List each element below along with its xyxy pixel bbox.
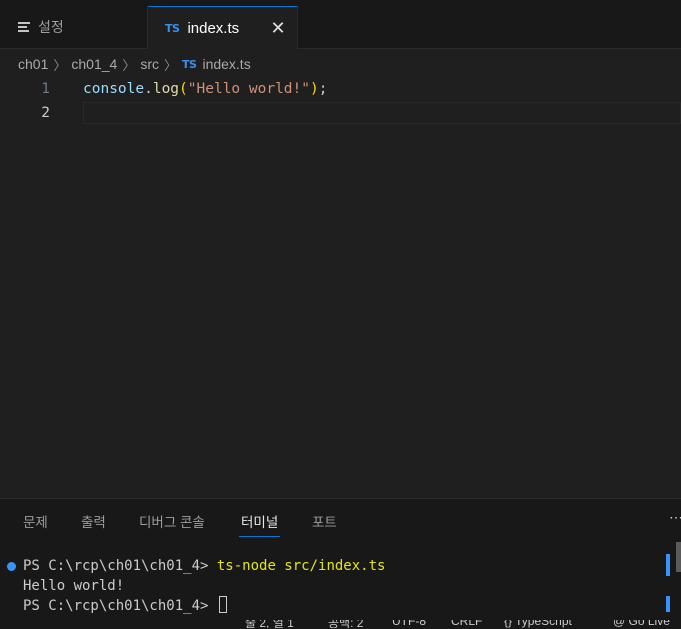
breadcrumb: ch01 〉 ch01_4 〉 src 〉 TS index.ts: [18, 54, 251, 74]
scroll-marker: [666, 596, 670, 612]
tab-settings[interactable]: 설정: [0, 6, 148, 48]
status-go-live[interactable]: @ Go Live: [613, 620, 670, 628]
tab-ports[interactable]: 포트: [312, 511, 337, 531]
status-bar: 줄 2, 열 1 공백: 2 UTF-8 CRLF {} TypeScript …: [0, 620, 681, 628]
terminal-output: Hello world!: [23, 578, 125, 594]
chevron-right-icon: 〉: [53, 57, 67, 73]
terminal-prompt: PS C:\rcp\ch01\ch01_4>: [23, 558, 217, 574]
terminal-cursor: [218, 596, 227, 613]
panel-tabs: 문제 출력 디버그 콘솔 터미널 포트 ⋯: [0, 499, 681, 539]
breadcrumb-item-ch01[interactable]: ch01: [18, 56, 48, 72]
token-dot: .: [144, 81, 153, 97]
terminal-line: PS C:\rcp\ch01\ch01_4> ts-node src/index…: [23, 556, 385, 576]
tab-terminal[interactable]: 터미널: [238, 511, 281, 537]
current-line-highlight: [83, 102, 681, 124]
scrollbar[interactable]: [676, 542, 681, 572]
code-text[interactable]: console.log("Hello world!");: [83, 78, 327, 100]
tab-settings-label: 설정: [38, 19, 64, 35]
chevron-right-icon: 〉: [122, 57, 136, 73]
tab-debug-console[interactable]: 디버그 콘솔: [139, 511, 205, 531]
scroll-marker: [666, 554, 670, 576]
code-line[interactable]: 1 console.log("Hello world!");: [0, 78, 681, 100]
more-icon[interactable]: ⋯: [669, 509, 681, 526]
token-paren-open: (: [179, 81, 188, 97]
status-cursor-position[interactable]: 줄 2, 열 1: [245, 620, 294, 628]
breadcrumb-item-ch01-4[interactable]: ch01_4: [71, 56, 117, 72]
tab-problems[interactable]: 문제: [23, 511, 48, 531]
token-string: "Hello world!": [187, 81, 310, 97]
status-encoding[interactable]: UTF-8: [392, 620, 426, 628]
code-editor[interactable]: 1 console.log("Hello world!"); 2: [0, 78, 681, 498]
tab-output[interactable]: 출력: [81, 511, 106, 531]
terminal-line[interactable]: PS C:\rcp\ch01\ch01_4>: [23, 596, 227, 616]
editor-tab-bar: 설정 TS index.ts ✕: [0, 6, 681, 49]
status-indentation[interactable]: 공백: 2: [328, 620, 363, 628]
settings-icon: [18, 22, 30, 32]
typescript-file-icon: TS: [165, 21, 180, 35]
tab-index-ts[interactable]: TS index.ts ✕: [148, 6, 298, 49]
line-number: 1: [41, 81, 50, 97]
typescript-file-icon: TS: [182, 57, 197, 71]
chevron-right-icon: 〉: [164, 57, 178, 73]
tab-index-label: index.ts: [187, 19, 240, 37]
code-line-current[interactable]: 2: [0, 102, 681, 124]
terminal-command: ts-node src/index.ts: [216, 558, 386, 574]
terminal-prompt: PS C:\rcp\ch01\ch01_4>: [23, 598, 217, 614]
close-icon[interactable]: ✕: [269, 18, 287, 38]
breadcrumb-item-src[interactable]: src: [140, 56, 159, 72]
breadcrumb-item-index-ts[interactable]: index.ts: [202, 56, 250, 72]
status-language[interactable]: {} TypeScript: [504, 620, 572, 628]
token-function: log: [152, 81, 180, 97]
bottom-panel: 문제 출력 디버그 콘솔 터미널 포트 ⋯ PS C:\rcp\ch01\ch0…: [0, 498, 681, 629]
line-number: 2: [41, 105, 50, 121]
status-eol[interactable]: CRLF: [451, 620, 482, 628]
token-paren-close: ): [310, 81, 319, 97]
token-object: console: [83, 81, 145, 97]
command-status-dot-icon[interactable]: [7, 562, 16, 571]
token-semicolon: ;: [318, 81, 328, 97]
